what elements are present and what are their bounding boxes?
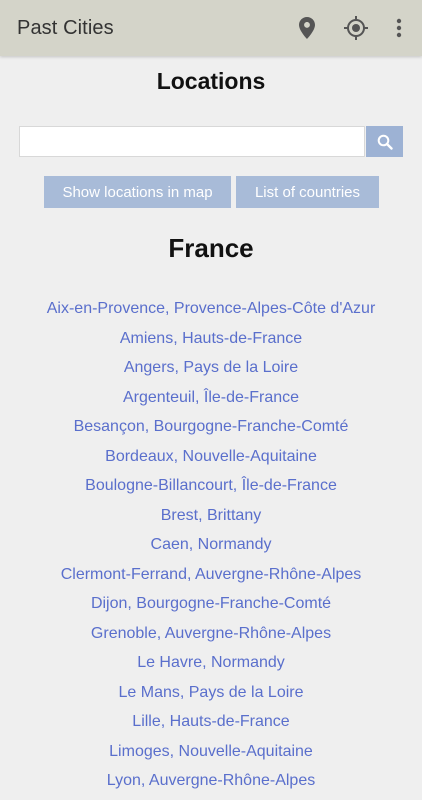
location-link[interactable]: Amiens, Hauts-de-France — [0, 324, 422, 354]
location-link[interactable]: Caen, Normandy — [0, 530, 422, 560]
location-link[interactable]: Boulogne-Billancourt, Île-de-France — [0, 471, 422, 501]
location-link[interactable]: Brest, Brittany — [0, 501, 422, 531]
location-link[interactable]: Clermont-Ferrand, Auvergne-Rhône-Alpes — [0, 560, 422, 590]
location-link[interactable]: Besançon, Bourgogne-Franche-Comté — [0, 412, 422, 442]
locations-list: Aix-en-Provence, Provence-Alpes-Côte d'A… — [0, 294, 422, 796]
search-icon — [377, 134, 393, 150]
more-vert-icon[interactable] — [383, 12, 415, 44]
location-link[interactable]: Angers, Pays de la Loire — [0, 353, 422, 383]
list-of-countries-button[interactable]: List of countries — [236, 176, 379, 208]
location-link[interactable]: Lyon, Auvergne-Rhône-Alpes — [0, 766, 422, 796]
location-link[interactable]: Lille, Hauts-de-France — [0, 707, 422, 737]
search-input[interactable] — [19, 126, 365, 157]
page-title: Locations — [156, 68, 266, 94]
location-link[interactable]: Dijon, Bourgogne-Franche-Comté — [0, 589, 422, 619]
country-heading: France — [168, 233, 254, 263]
location-link[interactable]: Le Mans, Pays de la Loire — [0, 678, 422, 708]
location-link[interactable]: Bordeaux, Nouvelle-Aquitaine — [0, 442, 422, 472]
locate-icon[interactable] — [340, 12, 372, 44]
location-link[interactable]: Aix-en-Provence, Provence-Alpes-Côte d'A… — [0, 294, 422, 324]
search-button[interactable] — [366, 126, 403, 157]
show-locations-map-button[interactable]: Show locations in map — [44, 176, 231, 208]
map-pin-icon[interactable] — [291, 12, 323, 44]
location-link[interactable]: Grenoble, Auvergne-Rhône-Alpes — [0, 619, 422, 649]
app-bar: Past Cities — [0, 0, 422, 56]
app-title: Past Cities — [17, 17, 114, 39]
location-link[interactable]: Limoges, Nouvelle-Aquitaine — [0, 737, 422, 767]
location-link[interactable]: Le Havre, Normandy — [0, 648, 422, 678]
location-link[interactable]: Argenteuil, Île-de-France — [0, 383, 422, 413]
